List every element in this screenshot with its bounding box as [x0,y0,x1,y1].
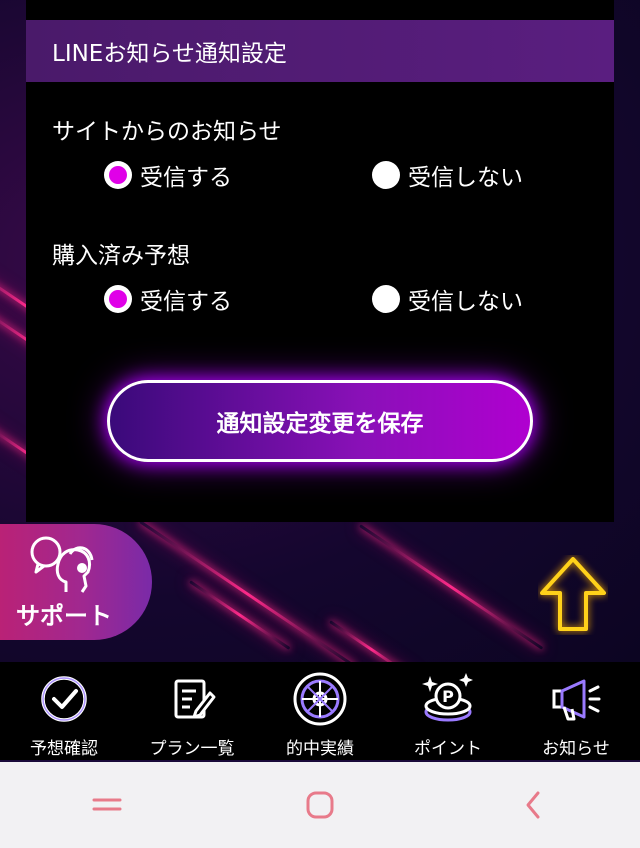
radio-label: 受信する [140,165,232,191]
save-button-label: 通知設定変更を保存 [216,411,424,437]
svg-text:P: P [442,687,454,706]
nav-item-news[interactable]: お知らせ [512,662,640,760]
panel-title: LINEお知らせ通知設定 [52,41,287,67]
home-icon [306,791,334,819]
nav-label: 的中実績 [286,739,354,759]
system-navigation-bar [0,762,640,848]
nav-label: プラン一覧 [149,739,235,759]
panel-header: LINEお知らせ通知設定 [26,20,614,82]
neon-streak [359,524,544,650]
radio-site-notice-decline[interactable]: 受信しない [372,158,523,192]
menu-icon [92,798,122,811]
group-title-purchased-predictions: 購入済み予想 [52,243,190,269]
back-icon [526,791,540,819]
nav-item-results[interactable]: 的中実績 [256,662,384,760]
nav-item-predictions[interactable]: 予想確認 [0,662,128,760]
radio-label: 受信しない [408,289,523,315]
nav-label: お知らせ [542,739,610,759]
check-circle-icon [41,676,87,722]
support-button[interactable]: サポート [0,524,152,640]
bottom-navigation: 予想確認 プラン一覧 的中実績 P ポイント お知らせ [0,662,640,760]
radio-button-unchecked[interactable] [372,285,400,313]
up-arrow-icon[interactable] [538,555,608,635]
radio-label: 受信しない [408,165,523,191]
radio-site-notice-receive[interactable]: 受信する [104,158,232,192]
point-coin-icon: P [422,673,473,722]
system-menu-button[interactable] [67,775,147,835]
radio-button-checked[interactable] [104,161,132,189]
group-title-site-notice: サイトからのお知らせ [52,119,282,145]
neon-streak [139,520,357,662]
save-settings-button[interactable]: 通知設定変更を保存 [107,380,533,462]
headset-person-icon [30,536,94,593]
radio-button-unchecked[interactable] [372,161,400,189]
system-back-button[interactable] [493,775,573,835]
nav-item-plans[interactable]: プラン一覧 [128,662,256,760]
nav-item-points[interactable]: P ポイント [384,662,512,760]
system-home-button[interactable] [280,775,360,835]
radio-purchased-decline[interactable]: 受信しない [372,282,523,316]
document-edit-icon [174,679,216,719]
radio-label: 受信する [140,289,232,315]
nav-label: 予想確認 [30,739,98,759]
radio-button-checked[interactable] [104,285,132,313]
support-label: サポート [16,602,112,630]
megaphone-icon [552,679,601,721]
nav-label: ポイント [414,739,482,759]
radio-purchased-receive[interactable]: 受信する [104,282,232,316]
roulette-wheel-icon [293,672,347,726]
